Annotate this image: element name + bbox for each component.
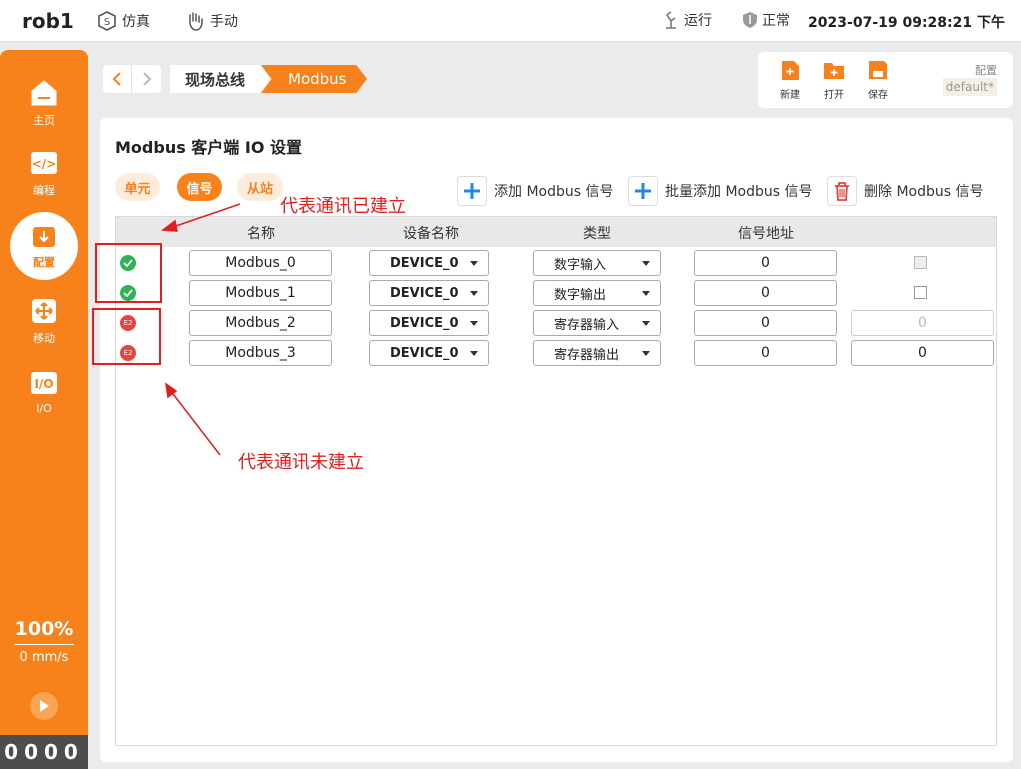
annotation-not-established: 代表通讯未建立 — [238, 452, 364, 473]
annotation-arrows — [160, 203, 241, 456]
annotation-established: 代表通讯已建立 — [280, 196, 406, 217]
